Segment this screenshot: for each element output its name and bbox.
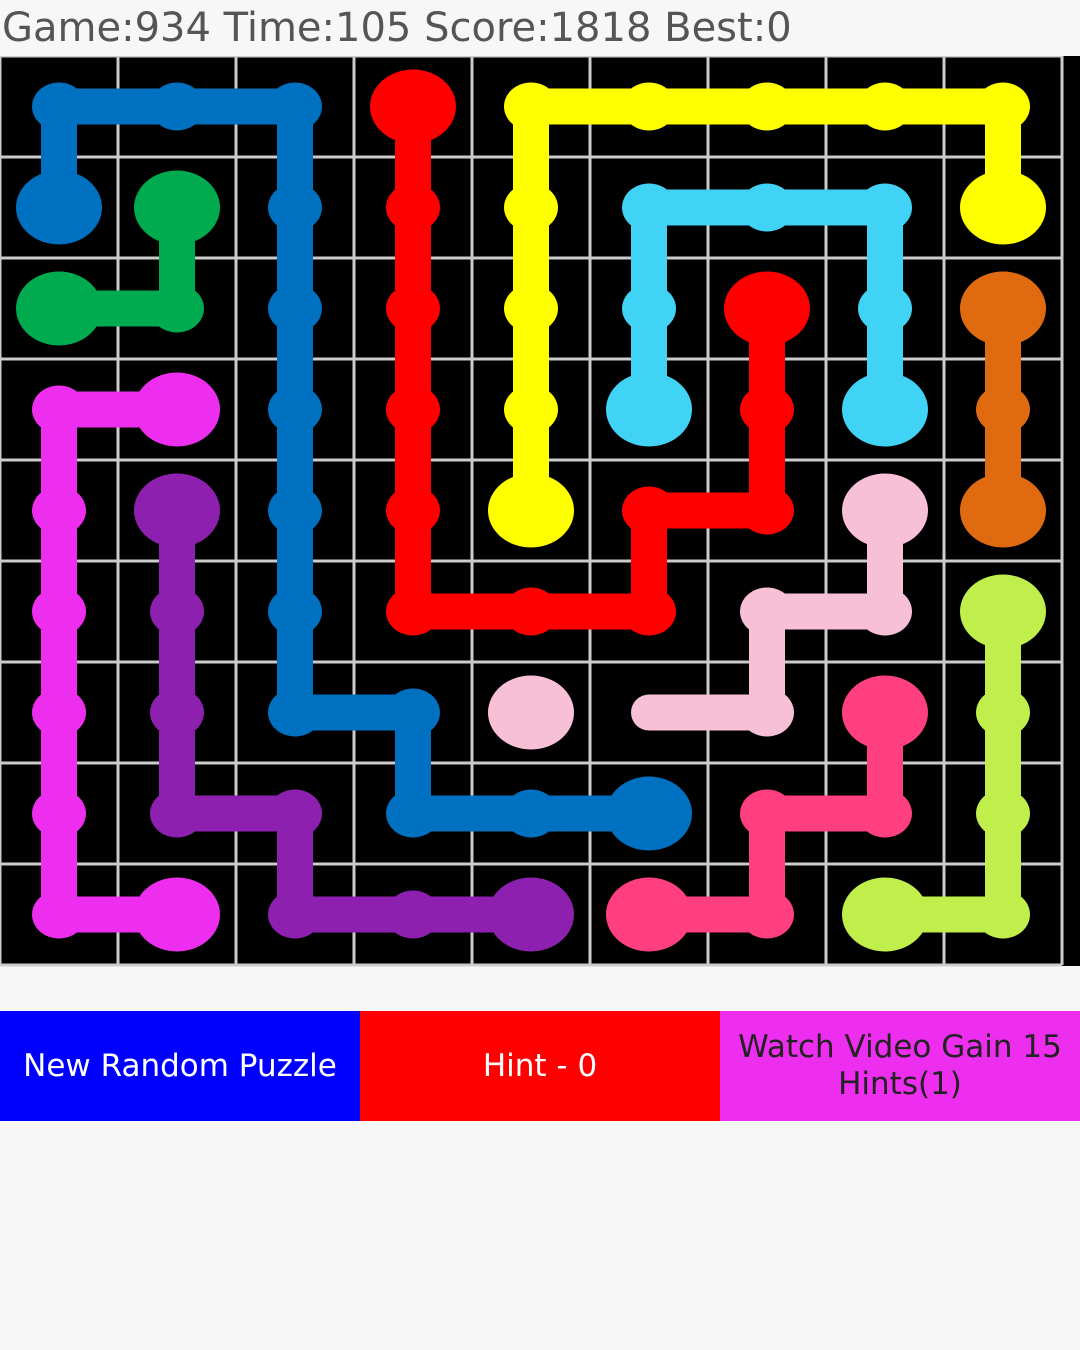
flow-joint [976,688,1030,737]
status-bar: Game:934 Time:105 Score:1818 Best:0 [0,0,1080,56]
flow-endpoint-cyan[interactable] [606,372,692,447]
flow-endpoint-lime[interactable] [960,574,1046,649]
flow-joint [268,890,322,939]
flow-joint [858,183,912,232]
best-label: Best: [664,5,767,51]
flow-joint [32,82,86,131]
flow-joint [504,385,558,434]
flow-joint [386,587,440,636]
flow-joint [976,789,1030,838]
flow-joint [740,183,794,232]
flow-endpoint-dark-blue[interactable] [606,776,692,851]
flow-endpoint-red[interactable] [724,271,810,346]
watch-video-label-line1: Watch Video Gain 15 [738,1029,1062,1065]
flow-joint [622,183,676,232]
flow-endpoint-light-pink[interactable] [488,675,574,750]
flow-joint [976,82,1030,131]
flow-joint [622,486,676,535]
flow-endpoint-green[interactable] [134,170,220,245]
flow-joint [32,890,86,939]
flow-joint [150,789,204,838]
flow-joint [858,284,912,333]
watch-video-button[interactable]: Watch Video Gain 15 Hints(1) [720,1011,1080,1121]
flow-joint [268,82,322,131]
flow-endpoint-purple[interactable] [134,473,220,548]
flow-endpoint-magenta[interactable] [134,877,220,952]
flow-joint [976,890,1030,939]
flow-joint [268,486,322,535]
hint-label: Hint - 0 [482,1047,598,1084]
flow-joint [386,890,440,939]
score-label: Score: [424,5,550,51]
time-value: 105 [335,5,412,51]
score-value: 1818 [549,5,652,51]
flow-joint [622,587,676,636]
time-label: Time: [223,5,336,51]
flow-endpoint-pink[interactable] [606,877,692,952]
flow-joint [386,789,440,838]
puzzle-board[interactable] [0,56,1080,980]
flow-joint [386,688,440,737]
flow-joint [740,688,794,737]
flow-joint [268,587,322,636]
flow-joint [268,789,322,838]
flow-endpoint-pink[interactable] [842,675,928,750]
flow-endpoint-purple[interactable] [488,877,574,952]
flow-joint [858,789,912,838]
flow-joint [268,183,322,232]
flow-joint [32,486,86,535]
flow-joint [32,789,86,838]
new-random-puzzle-label: New Random Puzzle [23,1047,337,1084]
flow-endpoint-magenta[interactable] [134,372,220,447]
flow-joint [268,284,322,333]
flow-joint [386,385,440,434]
game-label: Game: [2,5,135,51]
flow-joint [504,587,558,636]
flow-joint [740,385,794,434]
game-number: 934 [134,5,211,51]
flow-joint [740,789,794,838]
flow-joint [150,82,204,131]
flow-endpoint-yellow[interactable] [488,473,574,548]
flow-endpoint-cyan[interactable] [842,372,928,447]
flow-joint [858,82,912,131]
flow-endpoint-light-pink[interactable] [842,473,928,548]
flow-joint [976,385,1030,434]
flow-joint [740,890,794,939]
flow-joint [268,688,322,737]
hint-button[interactable]: Hint - 0 [360,1011,720,1121]
flow-joint [32,587,86,636]
flow-joint [740,486,794,535]
flow-joint [504,284,558,333]
flow-joint [858,587,912,636]
new-random-puzzle-button[interactable]: New Random Puzzle [0,1011,360,1121]
watch-video-label: Watch Video Gain 15 Hints(1) [738,1029,1062,1103]
flow-joint [268,385,322,434]
flow-joint [386,284,440,333]
flow-joint [740,587,794,636]
flow-joint [150,284,204,333]
flow-joint [150,587,204,636]
flow-paths[interactable] [16,69,1046,952]
flow-joint [386,486,440,535]
flow-joint [622,82,676,131]
flow-joint [32,688,86,737]
best-value: 0 [766,5,792,51]
flow-endpoint-green[interactable] [16,271,102,346]
flow-endpoint-yellow[interactable] [960,170,1046,245]
watch-video-label-line2: Hints(1) [838,1066,962,1102]
flow-joint [32,385,86,434]
flow-joint [386,183,440,232]
flow-endpoint-lime[interactable] [842,877,928,952]
flow-endpoint-orange[interactable] [960,473,1046,548]
flow-joint [504,183,558,232]
flow-joint [622,284,676,333]
flow-endpoint-orange[interactable] [960,271,1046,346]
flow-joint [740,82,794,131]
flow-joint [504,82,558,131]
flow-endpoint-red[interactable] [370,69,456,144]
flow-joint [504,789,558,838]
flow-endpoint-dark-blue[interactable] [16,170,102,245]
flow-joint [150,688,204,737]
